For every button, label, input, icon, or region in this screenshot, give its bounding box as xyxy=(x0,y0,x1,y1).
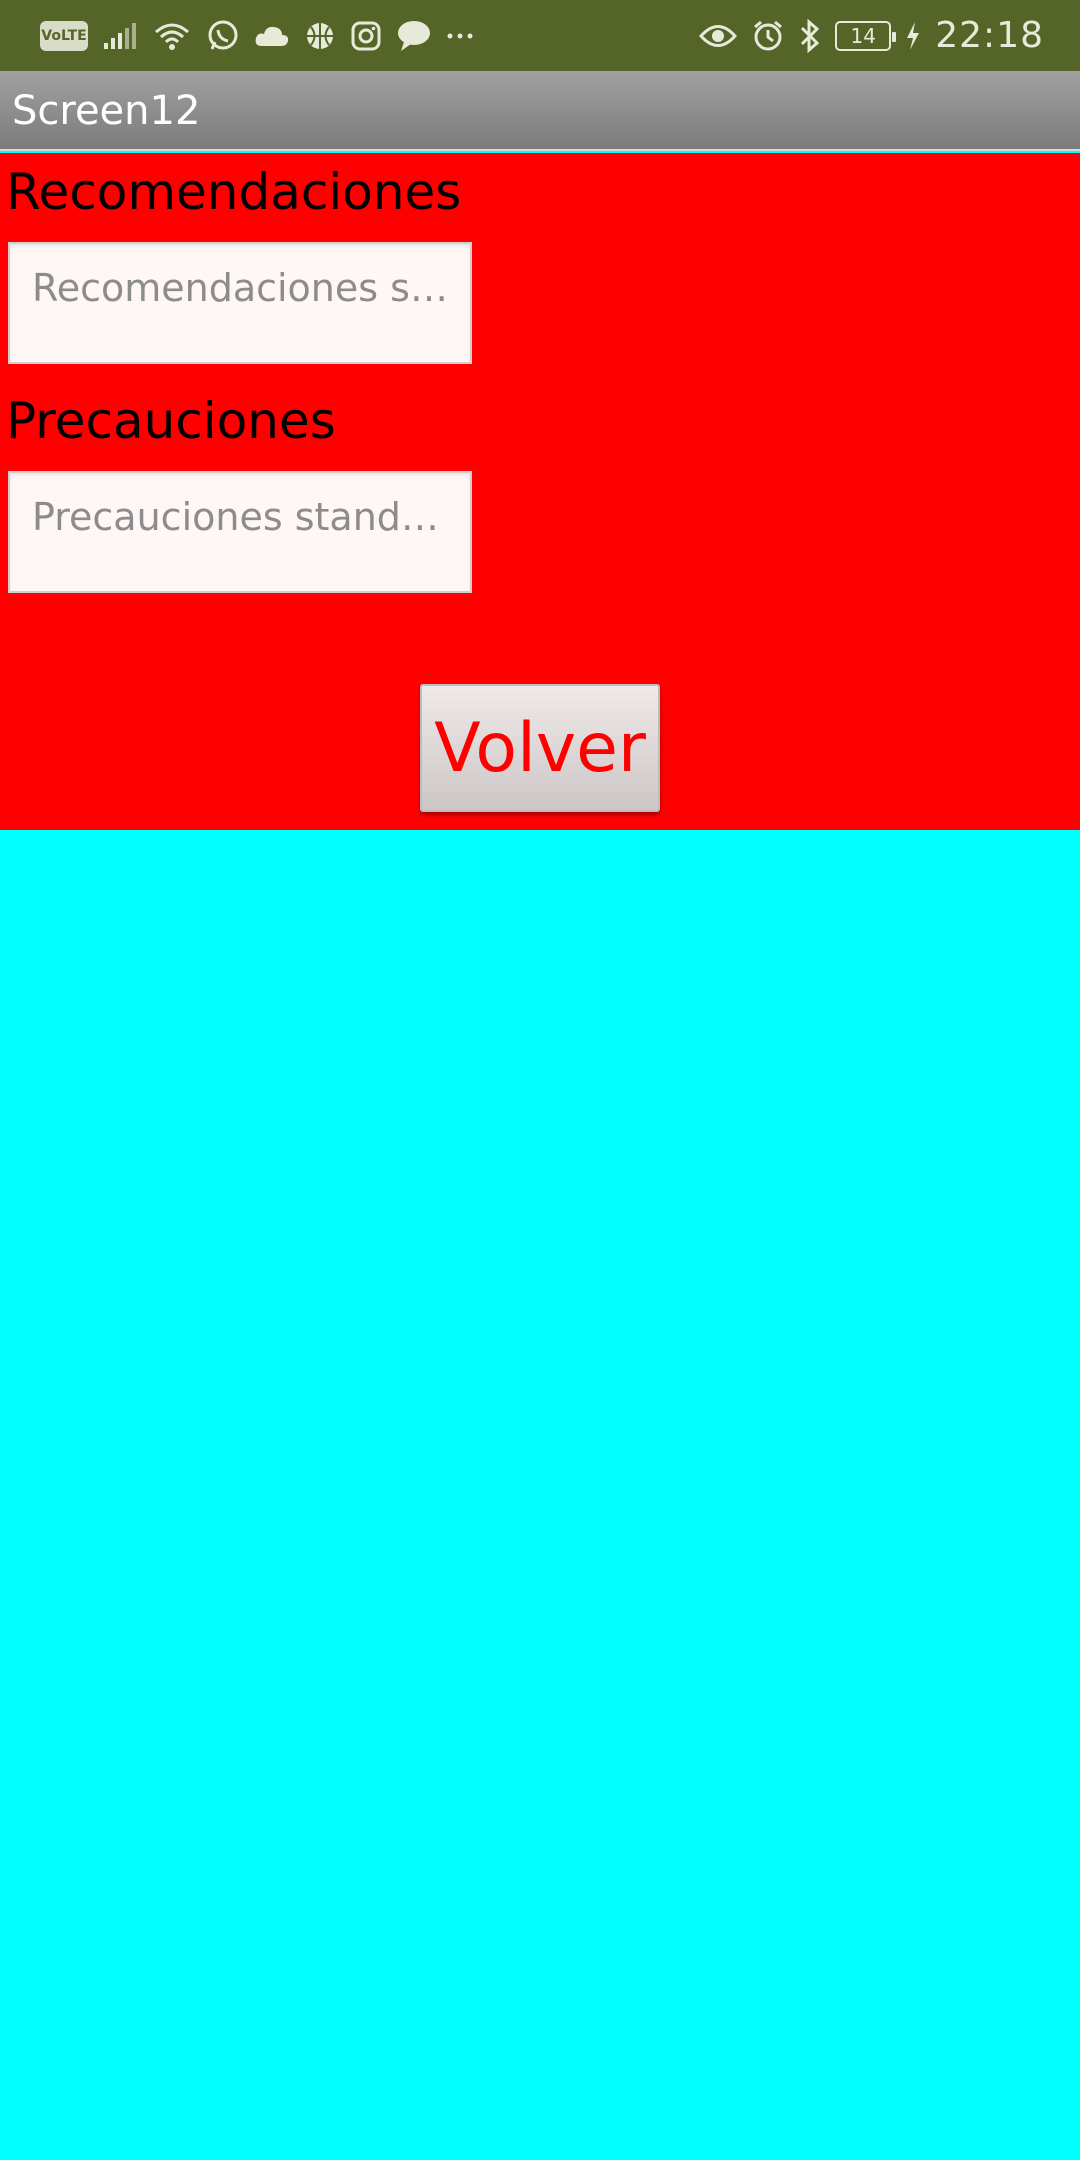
precauciones-field[interactable] xyxy=(8,471,472,593)
chat-bubble-icon xyxy=(396,20,432,52)
instagram-icon xyxy=(350,20,382,52)
cloud-icon xyxy=(254,24,290,48)
volver-button[interactable]: Volver xyxy=(420,684,660,812)
screen-title: Screen12 xyxy=(12,88,201,134)
status-left-icons: VoLTE xyxy=(40,0,474,71)
status-right-icons: 14 22:18 xyxy=(699,0,1044,71)
empty-content-area xyxy=(0,830,1080,2160)
precauciones-label: Precauciones xyxy=(6,392,336,450)
wifi-icon xyxy=(152,20,192,52)
bluetooth-icon xyxy=(799,18,821,53)
basketball-icon xyxy=(304,20,336,52)
recomendaciones-input[interactable] xyxy=(32,266,448,310)
battery-icon: 14 xyxy=(835,20,897,51)
status-bar: VoLTE 14 22:18 xyxy=(0,0,1080,71)
eye-icon xyxy=(699,23,738,49)
signal-icon xyxy=(102,21,138,51)
volte-icon: VoLTE xyxy=(40,20,88,51)
more-icon xyxy=(446,31,474,41)
title-bar: Screen12 xyxy=(0,71,1080,151)
recomendaciones-field[interactable] xyxy=(8,242,472,364)
recomendaciones-label: Recomendaciones xyxy=(6,163,462,221)
form-panel: Recomendaciones Precauciones Volver xyxy=(0,153,1080,830)
charging-icon xyxy=(905,21,921,51)
whatsapp-icon xyxy=(206,19,240,53)
clock: 22:18 xyxy=(935,15,1044,56)
precauciones-input[interactable] xyxy=(32,495,448,539)
alarm-icon xyxy=(751,19,785,53)
